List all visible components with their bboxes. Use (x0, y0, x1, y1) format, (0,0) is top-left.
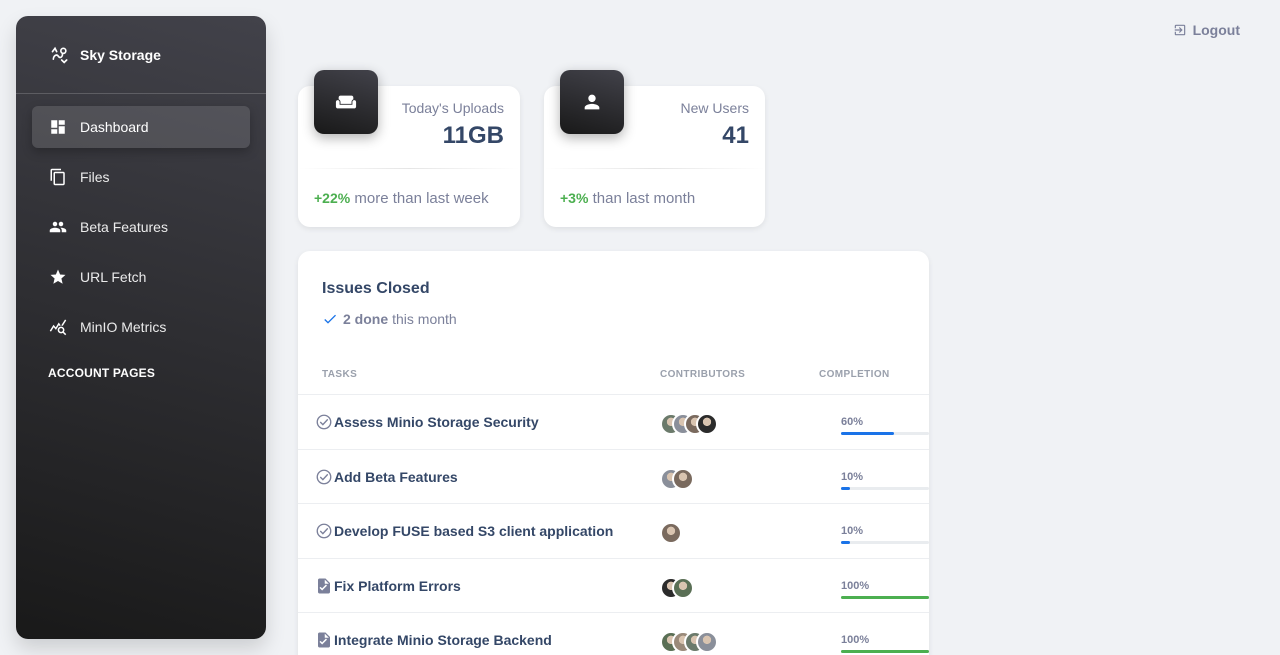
section-title-account-pages: ACCOUNT PAGES (48, 366, 156, 380)
progress-fill (841, 487, 850, 490)
logout-icon (1174, 24, 1185, 36)
done-count: 2 done (343, 311, 389, 327)
weekend-icon (314, 70, 378, 134)
progress-fill (841, 650, 929, 653)
table-row[interactable]: Develop FUSE based S3 client application… (298, 503, 929, 557)
completion-percent: 100% (841, 580, 870, 592)
progress-fill (841, 541, 850, 544)
progress-track (841, 432, 929, 435)
stat-label: Today's Uploads (401, 100, 504, 116)
column-header-completion[interactable]: COMPLETION (819, 369, 890, 380)
completion-percent: 100% (841, 634, 870, 646)
stat-value: 41 (722, 122, 749, 149)
completion-progress: 100% (841, 634, 929, 653)
brand-name: Sky Storage (80, 46, 161, 63)
stat-footer: +22% more than last week (314, 190, 489, 207)
logout-label: Logout (1192, 22, 1240, 38)
assignment-icon (315, 577, 333, 595)
sidebar-item-label: Beta Features (80, 219, 168, 235)
sidebar: Sky Storage Dashboard Files Beta Feature… (16, 16, 266, 639)
star-icon (48, 267, 68, 287)
avatar[interactable] (696, 631, 718, 653)
table-row[interactable]: Integrate Minio Storage Backend 100% (298, 612, 929, 655)
stat-value: 11GB (442, 122, 504, 149)
contributor-avatars (660, 577, 694, 599)
stat-card-uploads: Today's Uploads 11GB +22% more than last… (298, 70, 520, 227)
column-header-tasks[interactable]: TASKS (322, 369, 357, 380)
stat-footer: +3% than last month (560, 190, 695, 207)
contributor-avatars (660, 522, 682, 544)
progress-track (841, 596, 929, 599)
done-suffix: this month (392, 311, 457, 327)
stat-label: New Users (680, 100, 749, 116)
sidebar-item-dashboard[interactable]: Dashboard (32, 106, 250, 148)
sidebar-item-label: MinIO Metrics (80, 319, 167, 335)
completion-percent: 60% (841, 416, 864, 428)
avatar[interactable] (672, 468, 694, 490)
divider (544, 168, 765, 169)
assignment-icon (315, 631, 333, 649)
completion-progress: 10% (841, 471, 929, 490)
check-circle-icon (315, 413, 333, 431)
stat-change-text: than last month (592, 190, 696, 207)
stat-card-new-users: New Users 41 +3% than last month (544, 70, 765, 227)
logout-button[interactable]: Logout (1173, 22, 1240, 38)
analytics-icon (48, 317, 68, 337)
table-row[interactable]: Add Beta Features 10% (298, 449, 929, 503)
contributor-avatars (660, 631, 718, 653)
completion-progress: 10% (841, 525, 929, 544)
stat-change: +22% (314, 190, 351, 206)
progress-fill (841, 596, 929, 599)
task-name: Integrate Minio Storage Backend (334, 632, 552, 648)
divider (298, 168, 520, 169)
contributor-avatars (660, 413, 718, 435)
sidebar-item-minio-metrics[interactable]: MinIO Metrics (32, 306, 250, 348)
issues-subtitle: 2 done this month (322, 311, 457, 327)
avatar[interactable] (672, 577, 694, 599)
sidebar-item-files[interactable]: Files (32, 156, 250, 198)
progress-fill (841, 432, 894, 435)
avatar[interactable] (660, 522, 682, 544)
column-header-contributors[interactable]: CONTRIBUTORS (660, 369, 745, 380)
check-circle-icon (315, 522, 333, 540)
dashboard-icon (48, 117, 68, 137)
contributor-avatars (660, 468, 694, 490)
stat-change-text: more than last week (354, 190, 489, 207)
brand-logo-icon (51, 46, 68, 64)
task-name: Add Beta Features (334, 469, 458, 485)
completion-percent: 10% (841, 471, 864, 483)
sidebar-item-beta-features[interactable]: Beta Features (32, 206, 250, 248)
people-icon (48, 217, 68, 237)
issues-title: Issues Closed (322, 280, 430, 297)
issues-closed-card: Issues Closed 2 done this month TASKS CO… (298, 251, 929, 655)
completion-progress: 60% (841, 416, 929, 435)
progress-track (841, 541, 929, 544)
task-name: Develop FUSE based S3 client application (334, 523, 614, 539)
completion-progress: 100% (841, 580, 929, 599)
table-row[interactable]: Fix Platform Errors 100% (298, 558, 929, 612)
table-row[interactable]: Assess Minio Storage Security 60% (298, 394, 929, 448)
person-icon (560, 70, 624, 134)
task-name: Assess Minio Storage Security (334, 414, 539, 430)
sidebar-item-label: Dashboard (80, 119, 149, 135)
progress-track (841, 487, 929, 490)
stat-change: +3% (560, 190, 589, 206)
progress-track (841, 650, 929, 653)
task-name: Fix Platform Errors (334, 578, 461, 594)
check-icon (324, 314, 336, 324)
check-circle-icon (315, 468, 333, 486)
files-icon (48, 167, 68, 187)
brand[interactable]: Sky Storage (16, 16, 266, 94)
sidebar-item-url-fetch[interactable]: URL Fetch (32, 256, 250, 298)
avatar[interactable] (696, 413, 718, 435)
completion-percent: 10% (841, 525, 864, 537)
sidebar-nav: Dashboard Files Beta Features URL Fetch … (16, 94, 266, 348)
sidebar-item-label: URL Fetch (80, 269, 147, 285)
sidebar-item-label: Files (80, 169, 110, 185)
